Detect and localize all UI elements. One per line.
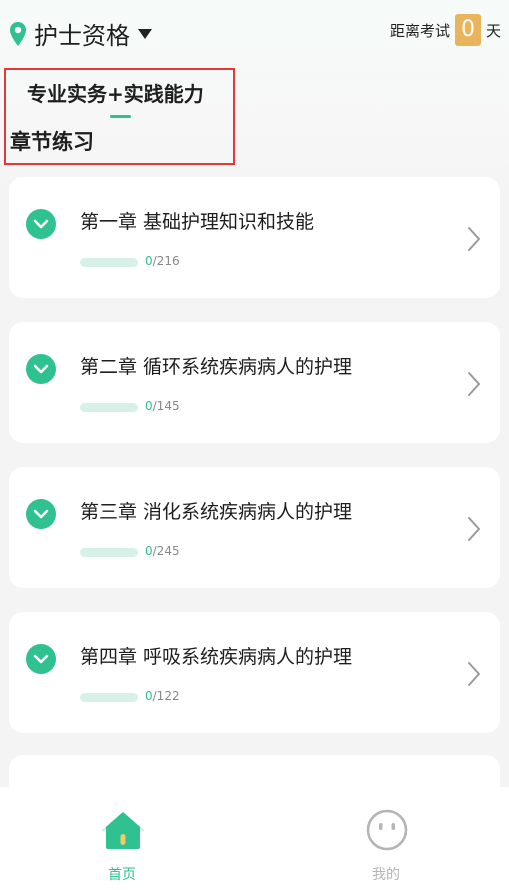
nav-home-label: 首页 (108, 867, 136, 883)
location-selector[interactable]: 护士资格 (8, 16, 152, 51)
caret-down-icon (138, 28, 152, 39)
nav-me[interactable]: 我的 (326, 787, 446, 890)
nav-home[interactable]: 首页 (62, 787, 182, 890)
map-pin-icon (8, 20, 28, 48)
chevron-right-icon (468, 662, 480, 686)
check-circle-icon (26, 209, 56, 239)
chapter-title: 第二章 循环系统疾病病人的护理 (80, 356, 353, 378)
chapter-title: 第一章 基础护理知识和技能 (80, 211, 315, 233)
chapter-card[interactable]: 第二章 循环系统疾病病人的护理 0/145 (9, 322, 500, 443)
chapter-title: 第三章 消化系统疾病病人的护理 (80, 501, 353, 523)
chapter-card[interactable]: 第四章 呼吸系统疾病病人的护理 0/122 (9, 612, 500, 733)
progress-text: 0/145 (145, 399, 180, 413)
progress-text: 0/122 (145, 689, 180, 703)
chevron-right-icon (468, 372, 480, 396)
countdown-value: 0 (454, 14, 481, 46)
progress-bar (80, 403, 138, 412)
chapter-title: 第四章 呼吸系统疾病病人的护理 (80, 646, 353, 668)
tab-subject[interactable]: 专业实务+实践能力 (27, 78, 204, 107)
app-page: 护士资格 距离考试 0 天 专业实务+实践能力 章节练习 第一章 基础护理知识和… (0, 0, 509, 890)
chapter-card[interactable]: 第一章 基础护理知识和技能 0/216 (9, 177, 500, 298)
progress-text: 0/216 (145, 254, 180, 268)
check-circle-icon (26, 354, 56, 384)
location-title: 护士资格 (34, 22, 130, 50)
progress-bar (80, 258, 138, 267)
progress-bar (80, 693, 138, 702)
countdown-label: 距离考试 (389, 21, 450, 40)
check-circle-icon (26, 499, 56, 529)
section-title: 章节练习 (10, 130, 94, 154)
nav-me-label: 我的 (372, 867, 400, 883)
countdown-unit: 天 (485, 21, 501, 40)
tab-active-indicator (110, 115, 131, 118)
top-bar: 护士资格 距离考试 0 天 (0, 0, 509, 62)
chevron-right-icon (468, 517, 480, 541)
progress-bar (80, 548, 138, 557)
check-circle-icon (26, 644, 56, 674)
exam-countdown: 距离考试 0 天 (390, 14, 501, 46)
progress-text: 0/245 (145, 544, 180, 558)
chapter-card[interactable]: 第三章 消化系统疾病病人的护理 0/245 (9, 467, 500, 588)
chevron-right-icon (468, 227, 480, 251)
bottom-nav: 首页 我的 (0, 787, 509, 890)
face-icon (366, 809, 408, 851)
home-icon (101, 811, 145, 849)
